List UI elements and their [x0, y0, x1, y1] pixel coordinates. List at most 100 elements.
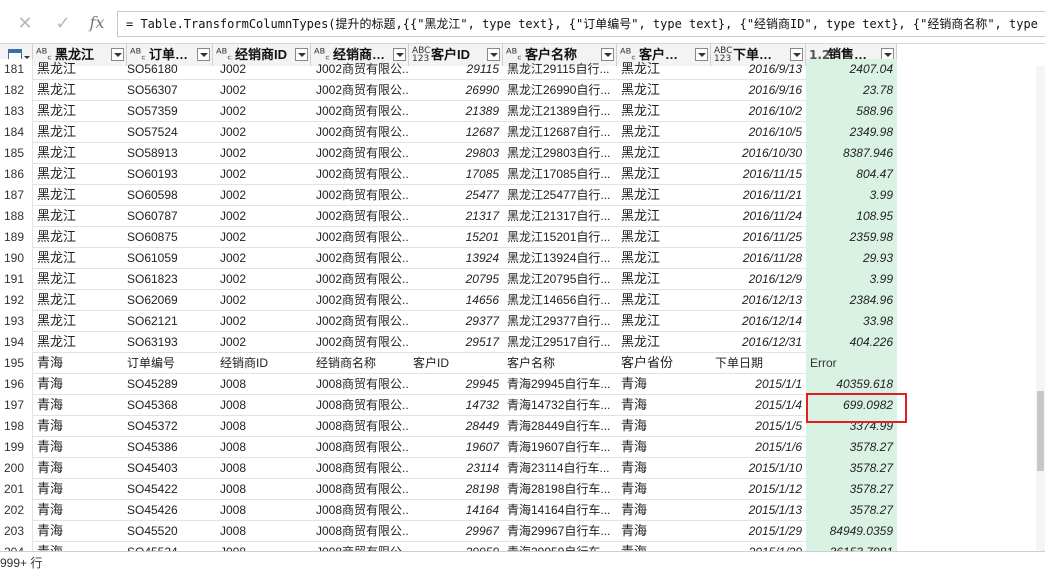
table-cell[interactable]: 2384.96: [806, 290, 897, 311]
table-cell[interactable]: 青海29967自行车...: [503, 521, 617, 542]
table-cell[interactable]: 黑龙江: [617, 227, 711, 248]
table-cell[interactable]: 经销商名称: [312, 353, 409, 374]
table-cell[interactable]: 3374.99: [806, 416, 897, 437]
table-cell[interactable]: 804.47: [806, 164, 897, 185]
table-cell[interactable]: 2015/1/29: [711, 542, 806, 551]
table-cell[interactable]: 23.78: [806, 80, 897, 101]
table-row[interactable]: 183 黑龙江 SO57359 J002 J002商贸有限公... 21389 黑龙江213…: [0, 101, 1045, 122]
table-cell[interactable]: 2015/1/12: [711, 479, 806, 500]
table-cell[interactable]: SO45426: [123, 500, 213, 521]
table-cell[interactable]: 2016/9/13: [711, 59, 806, 80]
table-cell[interactable]: 黑龙江: [33, 101, 127, 122]
table-cell[interactable]: 14656: [409, 290, 503, 311]
table-cell[interactable]: 108.95: [806, 206, 897, 227]
table-cell[interactable]: J002: [216, 311, 311, 332]
table-cell[interactable]: 2016/11/15: [711, 164, 806, 185]
table-cell[interactable]: 青海19607自行车...: [503, 437, 617, 458]
table-cell[interactable]: SO45422: [123, 479, 213, 500]
table-cell[interactable]: 黑龙江20795自行...: [503, 269, 617, 290]
table-cell[interactable]: 青海14732自行车...: [503, 395, 617, 416]
fx-icon[interactable]: fx: [84, 10, 110, 36]
table-cell[interactable]: 29115: [409, 59, 503, 80]
table-cell[interactable]: 青海: [33, 542, 127, 551]
table-cell[interactable]: SO61823: [123, 269, 213, 290]
table-row[interactable]: 196 青海 SO45289 J008 J008商贸有限公... 29945 青海29945…: [0, 374, 1045, 395]
table-cell[interactable]: 2015/1/5: [711, 416, 806, 437]
table-cell[interactable]: 黑龙江14656自行...: [503, 290, 617, 311]
table-cell[interactable]: 黑龙江: [617, 80, 711, 101]
table-cell[interactable]: J002商贸有限公...: [312, 269, 409, 290]
table-row[interactable]: 192 黑龙江 SO62069 J002 J002商贸有限公... 14656 黑龙江146…: [0, 290, 1045, 311]
table-cell[interactable]: 29517: [409, 332, 503, 353]
table-cell[interactable]: 2016/9/16: [711, 80, 806, 101]
table-row[interactable]: 204青海SO45524J008J008商贸有限公...29959青海29959…: [0, 542, 1045, 551]
table-cell[interactable]: 黑龙江29517自行...: [503, 332, 617, 353]
table-cell[interactable]: 14164: [409, 500, 503, 521]
table-cell[interactable]: SO45368: [123, 395, 213, 416]
table-cell[interactable]: 3578.27: [806, 437, 897, 458]
table-cell[interactable]: 青海29959自行车...: [503, 542, 617, 551]
table-cell[interactable]: SO60875: [123, 227, 213, 248]
table-cell[interactable]: 29803: [409, 143, 503, 164]
table-cell[interactable]: 2016/12/14: [711, 311, 806, 332]
table-cell[interactable]: 25477: [409, 185, 503, 206]
table-cell[interactable]: 2016/11/21: [711, 185, 806, 206]
table-cell[interactable]: J002: [216, 290, 311, 311]
table-cell[interactable]: 客户名称: [503, 353, 617, 374]
table-cell[interactable]: 青海: [617, 374, 711, 395]
table-cell[interactable]: 青海14164自行车...: [503, 500, 617, 521]
table-cell[interactable]: 青海: [617, 395, 711, 416]
table-cell[interactable]: J002商贸有限公...: [312, 143, 409, 164]
table-cell[interactable]: 黑龙江: [33, 332, 127, 353]
table-cell[interactable]: SO45403: [123, 458, 213, 479]
table-row[interactable]: 195 青海 订单编号 经销商ID 经销商名称 客户ID 客户名称 客户省份 下单日期 Error: [0, 353, 1045, 374]
table-cell[interactable]: 黑龙江21389自行...: [503, 101, 617, 122]
table-cell[interactable]: J008: [216, 500, 311, 521]
table-cell[interactable]: 404.226: [806, 332, 897, 353]
table-cell[interactable]: 2015/1/6: [711, 437, 806, 458]
table-cell[interactable]: 黑龙江: [33, 248, 127, 269]
table-cell[interactable]: 12687: [409, 122, 503, 143]
close-icon[interactable]: ✕: [12, 10, 38, 36]
table-cell[interactable]: 2016/10/30: [711, 143, 806, 164]
table-cell[interactable]: 青海: [617, 479, 711, 500]
table-cell[interactable]: J002: [216, 164, 311, 185]
table-cell[interactable]: SO45372: [123, 416, 213, 437]
table-cell[interactable]: 23114: [409, 458, 503, 479]
table-cell[interactable]: 29.93: [806, 248, 897, 269]
table-cell[interactable]: 青海: [617, 458, 711, 479]
table-cell[interactable]: J002商贸有限公...: [312, 80, 409, 101]
table-cell[interactable]: J008: [216, 458, 311, 479]
table-cell[interactable]: 黑龙江: [617, 311, 711, 332]
table-cell[interactable]: 青海: [617, 416, 711, 437]
table-cell[interactable]: 3.99: [806, 185, 897, 206]
table-cell[interactable]: 黑龙江: [33, 290, 127, 311]
table-cell[interactable]: 经销商ID: [216, 353, 311, 374]
table-cell[interactable]: J002商贸有限公...: [312, 248, 409, 269]
table-cell[interactable]: 客户ID: [409, 353, 503, 374]
table-cell[interactable]: 2359.98: [806, 227, 897, 248]
table-cell[interactable]: 青海: [617, 500, 711, 521]
table-row[interactable]: 191 黑龙江 SO61823 J002 J002商贸有限公... 20795 黑龙江207…: [0, 269, 1045, 290]
table-cell[interactable]: 黑龙江29377自行...: [503, 311, 617, 332]
table-cell[interactable]: 黑龙江: [617, 206, 711, 227]
table-cell[interactable]: 20795: [409, 269, 503, 290]
table-cell[interactable]: 青海: [33, 353, 127, 374]
table-cell[interactable]: J002: [216, 185, 311, 206]
table-cell[interactable]: 黑龙江29803自行...: [503, 143, 617, 164]
table-cell[interactable]: SO57524: [123, 122, 213, 143]
table-cell[interactable]: 29959: [409, 542, 503, 551]
table-cell[interactable]: J002商贸有限公...: [312, 122, 409, 143]
table-cell[interactable]: 26990: [409, 80, 503, 101]
table-cell[interactable]: 青海: [33, 458, 127, 479]
table-cell[interactable]: SO56307: [123, 80, 213, 101]
table-cell[interactable]: J002: [216, 59, 311, 80]
table-cell[interactable]: 21389: [409, 101, 503, 122]
table-cell[interactable]: 青海: [33, 479, 127, 500]
table-cell[interactable]: J002: [216, 227, 311, 248]
table-cell[interactable]: J008: [216, 416, 311, 437]
table-cell[interactable]: J008: [216, 437, 311, 458]
table-cell[interactable]: 黑龙江: [33, 122, 127, 143]
table-row[interactable]: 193 黑龙江 SO62121 J002 J002商贸有限公... 29377 黑龙江293…: [0, 311, 1045, 332]
table-cell[interactable]: 黑龙江13924自行...: [503, 248, 617, 269]
